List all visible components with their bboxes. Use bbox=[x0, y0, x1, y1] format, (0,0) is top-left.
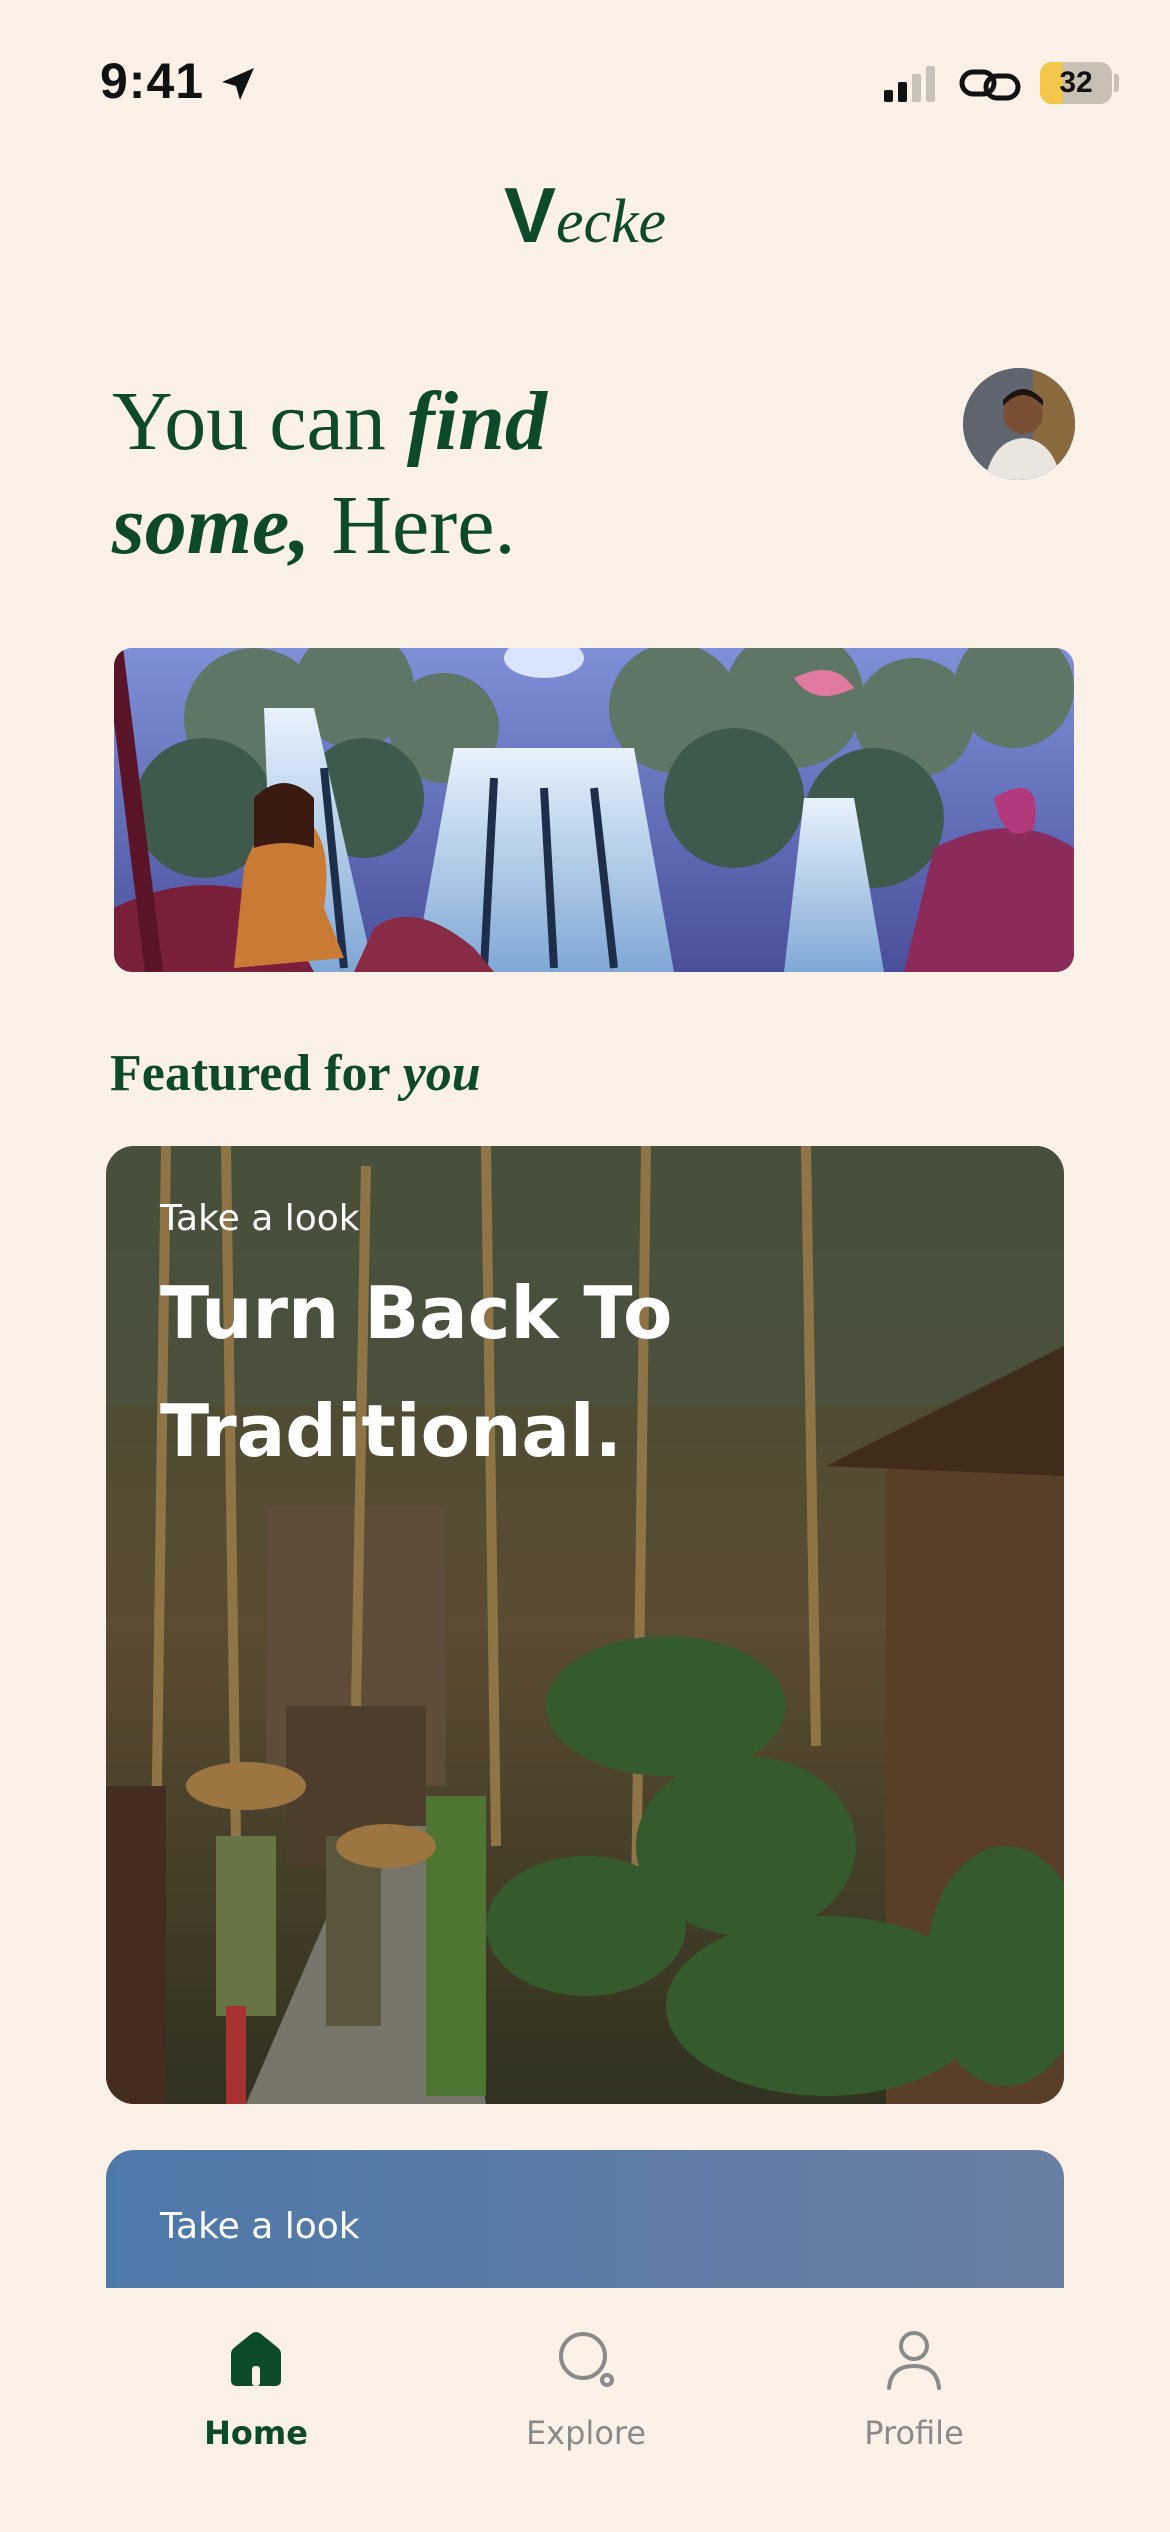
tab-profile-label: Profile bbox=[864, 2414, 964, 2452]
featured-card-second[interactable]: Take a look bbox=[106, 2150, 1064, 2290]
app-logo: Vecke bbox=[0, 170, 1170, 261]
status-time: 9:41 bbox=[100, 53, 205, 109]
card-kicker: Take a look bbox=[160, 2206, 360, 2247]
logo-text: ecke bbox=[555, 188, 667, 256]
status-bar: 9:41 32 bbox=[0, 0, 1170, 150]
battery-percentage: 32 bbox=[1059, 66, 1093, 99]
hero-banner[interactable] bbox=[114, 648, 1074, 972]
headline-part4: Here. bbox=[310, 479, 516, 572]
battery-icon: 32 bbox=[1040, 62, 1112, 104]
avatar[interactable] bbox=[963, 368, 1075, 480]
featured-heading: Featured for you bbox=[110, 1044, 481, 1103]
location-arrow-icon bbox=[222, 68, 254, 100]
avatar-photo bbox=[963, 368, 1075, 480]
cellular-signal-icon bbox=[884, 66, 935, 102]
headline-part1: You can bbox=[112, 375, 407, 468]
search-icon bbox=[559, 2332, 614, 2387]
headline-some: some, bbox=[112, 479, 311, 572]
card-kicker: Take a look bbox=[160, 1198, 360, 1239]
bottom-tab-bar: Home Explore Profile bbox=[0, 2288, 1170, 2532]
featured-heading-text: Featured for bbox=[110, 1045, 403, 1102]
featured-card-traditional[interactable]: Take a look Turn Back To Traditional. bbox=[106, 1146, 1064, 2104]
link-icon bbox=[959, 69, 1021, 101]
tab-profile[interactable]: Profile bbox=[794, 2324, 1034, 2452]
page-headline: You can find some, Here. bbox=[112, 370, 932, 578]
card-title: Turn Back To Traditional. bbox=[160, 1271, 673, 1473]
tab-explore[interactable]: Explore bbox=[466, 2324, 706, 2452]
person-icon bbox=[887, 2331, 941, 2390]
tab-explore-label: Explore bbox=[525, 2414, 647, 2452]
logo-mark: V bbox=[503, 171, 556, 259]
waterfall-illustration bbox=[114, 648, 1074, 972]
home-icon bbox=[231, 2332, 281, 2386]
featured-heading-italic: you bbox=[402, 1045, 481, 1102]
tab-home[interactable]: Home bbox=[136, 2324, 376, 2452]
battery-tip bbox=[1114, 74, 1119, 92]
tab-home-label: Home bbox=[204, 2414, 308, 2452]
headline-find: find bbox=[406, 375, 547, 468]
